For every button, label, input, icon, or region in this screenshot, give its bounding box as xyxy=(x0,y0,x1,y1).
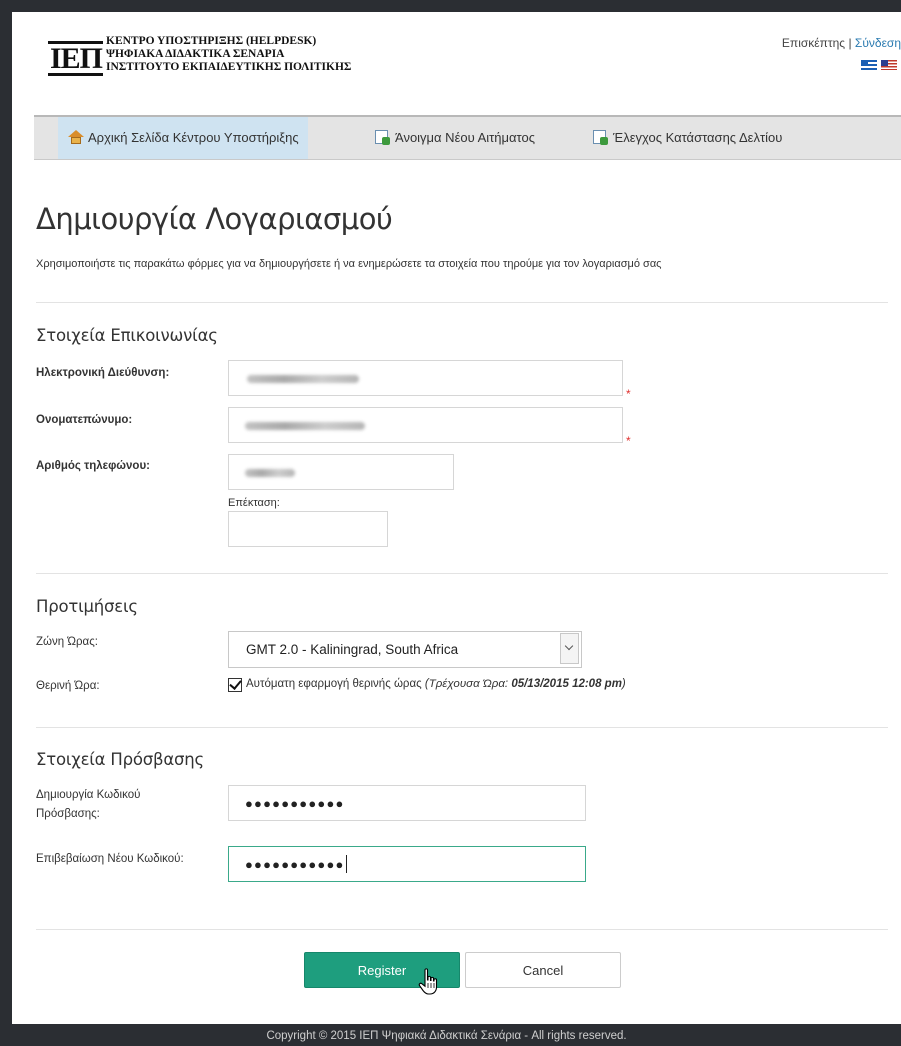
new-ticket-icon xyxy=(375,130,390,145)
confirm-password-mask: ●●●●●●●●●●● xyxy=(245,857,345,872)
email-label: Ηλεκτρονική Διεύθυνση: xyxy=(36,367,170,379)
redacted-email xyxy=(247,375,359,383)
us-flag-icon[interactable] xyxy=(881,60,897,70)
confirm-password-label: Επιβεβαίωση Νέου Κωδικού: xyxy=(36,853,184,865)
language-flags xyxy=(861,60,899,70)
page-title: Δημιουργία Λογαριασμού xyxy=(36,202,393,236)
nav-item-home[interactable]: Αρχική Σελίδα Κέντρου Υποστήριξης xyxy=(58,117,308,159)
ticket-status-icon xyxy=(593,130,608,145)
user-info: Επισκέπτης | Σύνδεση xyxy=(782,36,901,50)
required-mark: * xyxy=(626,434,631,448)
main-nav: Αρχική Σελίδα Κέντρου Υποστήριξης Άνοιγμ… xyxy=(34,115,901,160)
divider xyxy=(36,929,888,930)
dst-text: Αυτόματη εφαρμογή θερινής ώρας xyxy=(246,678,422,690)
greek-flag-icon[interactable] xyxy=(861,60,877,70)
cancel-button[interactable]: Cancel xyxy=(465,952,621,988)
phone-field[interactable] xyxy=(228,454,454,490)
organization-name: ΚΕΝΤΡΟ ΥΠΟΣΤΗΡΙΞΗΣ (HELPDESK) ΨΗΦΙΑΚΑ ΔΙ… xyxy=(106,35,351,74)
timezone-label: Ζώνη Ώρας: xyxy=(36,636,98,648)
guest-label: Επισκέπτης xyxy=(781,36,846,50)
org-line-1: ΚΕΝΤΡΟ ΥΠΟΣΤΗΡΙΞΗΣ (HELPDESK) xyxy=(106,35,317,47)
hand-cursor-icon xyxy=(418,968,438,995)
redacted-name xyxy=(245,422,365,430)
current-time-prefix: (Τρέχουσα Ώρα: xyxy=(424,678,509,690)
password-label-line2: Πρόσβασης: xyxy=(36,808,100,820)
password-label-line1: Δημιουργία Κωδικού xyxy=(36,789,141,801)
section-contact-title: Στοιχεία Επικοινωνίας xyxy=(36,326,218,345)
org-line-3: ΙΝΣΤΙΤΟΥΤΟ ΕΚΠΑΙΔΕΥΤΙΚΗΣ ΠΟΛΙΤΙΚΗΣ xyxy=(106,61,352,73)
iep-logo: ΙΕΠ xyxy=(48,41,103,76)
extension-label: Επέκταση: xyxy=(228,497,280,509)
name-label: Ονοματεπώνυμο: xyxy=(36,414,133,426)
dst-checkbox[interactable] xyxy=(228,678,242,692)
nav-item-new-ticket[interactable]: Άνοιγμα Νέου Αιτήματος xyxy=(365,117,535,159)
timezone-value: GMT 2.0 - Kaliningrad, South Africa xyxy=(246,642,459,657)
logo-letters: ΙΕΠ xyxy=(50,42,103,75)
redacted-phone xyxy=(245,469,295,477)
page-container: ΙΕΠ ΚΕΝΤΡΟ ΥΠΟΣΤΗΡΙΞΗΣ (HELPDESK) ΨΗΦΙΑΚ… xyxy=(12,12,901,1024)
page-subtitle: Χρησιμοποιήστε τις παρακάτω φόρμες για ν… xyxy=(36,258,662,270)
divider xyxy=(36,727,888,728)
copyright-text: Copyright © 2015 ΙΕΠ Ψηφιακά Διδακτικά Σ… xyxy=(266,1030,627,1042)
nav-item-label: Έλεγχος Κατάστασης Δελτίου xyxy=(613,130,783,145)
divider xyxy=(36,302,888,303)
divider xyxy=(36,573,888,574)
logo-bar-bottom xyxy=(48,73,103,76)
name-field[interactable] xyxy=(228,407,623,443)
org-line-2: ΨΗΦΙΑΚΑ ΔΙΔΑΚΤΙΚΑ ΣΕΝΑΡΙΑ xyxy=(106,48,285,60)
section-access-title: Στοιχεία Πρόσβασης xyxy=(36,750,205,769)
required-mark: * xyxy=(626,387,631,401)
nav-item-ticket-status[interactable]: Έλεγχος Κατάστασης Δελτίου xyxy=(583,117,782,159)
separator: | xyxy=(848,36,852,50)
dst-description: Αυτόματη εφαρμογή θερινής ώρας (Τρέχουσα… xyxy=(246,678,626,690)
timezone-select[interactable]: GMT 2.0 - Kaliningrad, South Africa xyxy=(228,631,582,668)
dst-label: Θερινή Ώρα: xyxy=(36,680,100,692)
chevron-down-icon[interactable] xyxy=(560,633,579,664)
extension-field[interactable] xyxy=(228,511,388,547)
nav-item-label: Άνοιγμα Νέου Αιτήματος xyxy=(395,130,535,145)
email-field[interactable] xyxy=(228,360,623,396)
section-preferences-title: Προτιμήσεις xyxy=(36,597,138,616)
password-mask: ●●●●●●●●●●● xyxy=(245,796,345,811)
phone-label: Αριθμός τηλεφώνου: xyxy=(36,460,150,472)
password-field[interactable]: ●●●●●●●●●●● xyxy=(228,785,586,821)
login-link[interactable]: Σύνδεση xyxy=(855,36,901,50)
text-caret xyxy=(346,855,347,873)
confirm-password-field[interactable]: ●●●●●●●●●●● xyxy=(228,846,586,882)
current-time-suffix: ) xyxy=(621,678,626,690)
home-icon xyxy=(68,130,84,144)
nav-item-label: Αρχική Σελίδα Κέντρου Υποστήριξης xyxy=(88,130,299,145)
current-time-value: 05/13/2015 12:08 pm xyxy=(511,678,622,690)
